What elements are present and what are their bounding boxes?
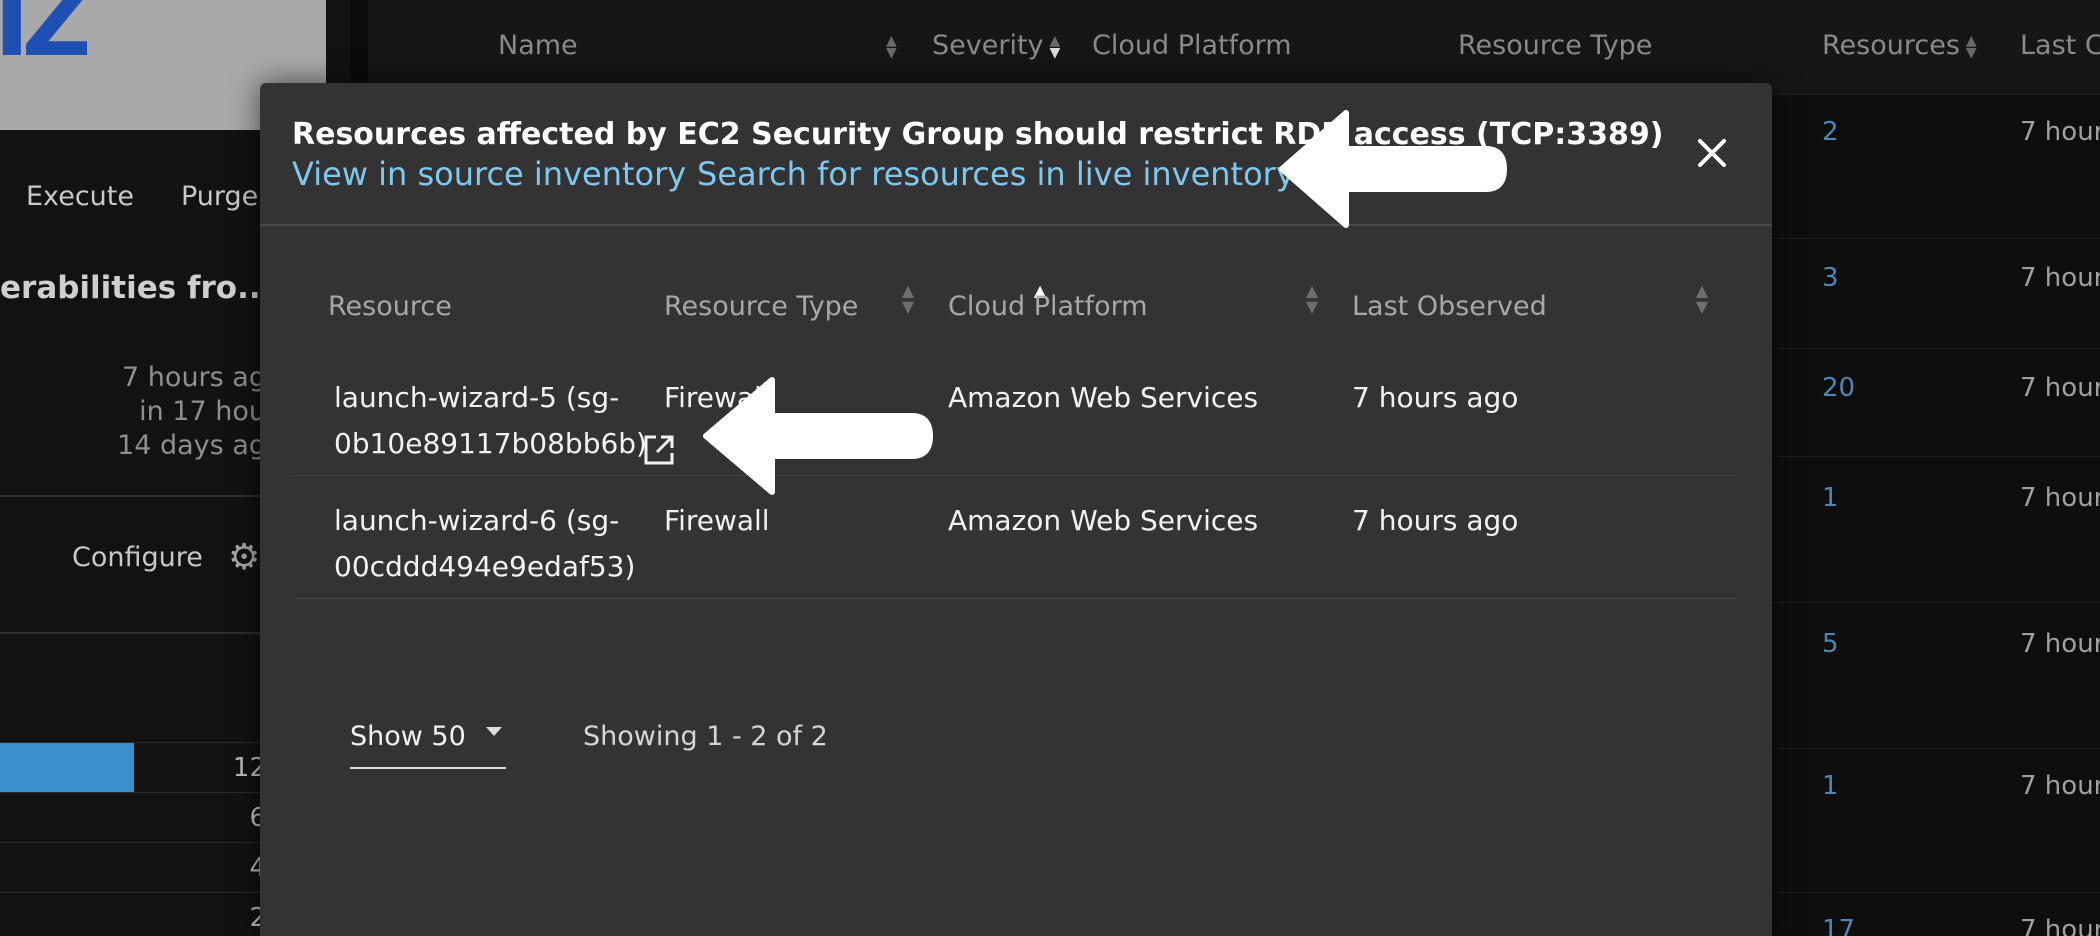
purge-button[interactable]: Purge	[181, 181, 258, 212]
close-button[interactable]	[1690, 131, 1734, 175]
last-observed: 7 hour	[2020, 263, 2100, 293]
close-icon	[1698, 139, 1726, 167]
table-header: Name ▲ ▼ Severity ▲ ▼ Cloud Platform Resour…	[368, 0, 2100, 94]
last-observed: 7 hour	[2020, 629, 2100, 659]
column-last-observed[interactable]: Last C	[2020, 30, 2100, 61]
sort-icon[interactable]: ▲ ▼	[1302, 283, 1322, 315]
column-cloud-platform[interactable]: Cloud Platform ▲ ▼	[948, 273, 1328, 353]
resource-name: launch-wizard-5 (sg- 0b10e89117b08bb6b)	[334, 381, 647, 460]
annotation-arrow-icon	[703, 377, 933, 495]
gear-icon[interactable]: ⚙	[228, 537, 260, 578]
column-resource-type[interactable]: Resource Type ▲ ▼	[664, 273, 924, 353]
column-cloud-platform[interactable]: Cloud Platform	[1092, 30, 1292, 61]
last-observed: 7 hour	[2020, 771, 2100, 801]
resource-type: Firewall	[664, 504, 770, 537]
last-observed: 7 hour	[2020, 117, 2100, 147]
table-row[interactable]: launch-wizard-5 (sg- 0b10e89117b08bb6b) F…	[294, 353, 1736, 476]
search-live-inventory-link[interactable]: Search for resources in live inventory	[697, 155, 1295, 193]
cloud-platform: Amazon Web Services	[948, 504, 1259, 537]
table-row[interactable]: launch-wizard-6 (sg- 00cddd494e9edaf53) F…	[294, 476, 1736, 599]
modal-header: Resources affected by EC2 Security Group…	[260, 83, 1772, 226]
configure-button[interactable]: Configure	[72, 542, 203, 573]
caret-down-icon	[486, 727, 502, 736]
resource-count-link[interactable]: 1	[1822, 483, 1839, 513]
view-source-inventory-link[interactable]: View in source inventory	[292, 155, 686, 193]
page-size-select[interactable]: Show 50	[350, 715, 506, 769]
meta-created: 14 days ag	[117, 430, 266, 461]
column-resources[interactable]: Resources ▲ ▼	[1822, 30, 1977, 61]
column-resource[interactable]: Resource ▲	[328, 273, 1046, 353]
last-observed: 7 hour	[2020, 373, 2100, 403]
vulnerability-title: erabilities fro...	[0, 270, 273, 306]
logo: IZ	[0, 0, 91, 78]
external-link-icon[interactable]	[642, 433, 676, 467]
last-observed: 7 hours ago	[1352, 504, 1519, 537]
last-observed: 7 hour	[2020, 915, 2100, 936]
sort-icon[interactable]: ▲ ▼	[1692, 283, 1712, 315]
page-size-value: Show 50	[350, 721, 466, 752]
column-name[interactable]: Name	[498, 30, 578, 61]
column-last-observed[interactable]: Last Observed ▲ ▼	[1352, 273, 1722, 353]
cloud-platform: Amazon Web Services	[948, 381, 1259, 414]
column-severity[interactable]: Severity ▲ ▼	[932, 30, 1060, 61]
affected-resources-modal: Resources affected by EC2 Security Group…	[260, 83, 1772, 936]
sort-icon[interactable]: ▲ ▼	[898, 283, 918, 315]
resource-count-link[interactable]: 5	[1822, 629, 1839, 659]
resource-count-link[interactable]: 3	[1822, 263, 1839, 293]
resource-count-link[interactable]: 2	[1822, 117, 1839, 147]
last-observed: 7 hour	[2020, 483, 2100, 513]
last-observed: 7 hours ago	[1352, 381, 1519, 414]
column-resource-type[interactable]: Resource Type	[1458, 30, 1652, 61]
execute-button[interactable]: Execute	[26, 181, 134, 212]
sort-icon[interactable]: ▲ ▼	[880, 30, 897, 61]
annotation-arrow-icon	[1279, 110, 1507, 228]
resource-name: launch-wizard-6 (sg- 00cddd494e9edaf53)	[334, 504, 636, 583]
meta-last-run: 7 hours ag	[122, 362, 266, 393]
meta-next-run: in 17 hou	[139, 396, 266, 427]
resource-count-link[interactable]: 17	[1822, 915, 1855, 936]
pagination-summary: Showing 1 - 2 of 2	[583, 721, 828, 752]
resource-count-link[interactable]: 20	[1822, 373, 1855, 403]
resource-count-link[interactable]: 1	[1822, 771, 1839, 801]
